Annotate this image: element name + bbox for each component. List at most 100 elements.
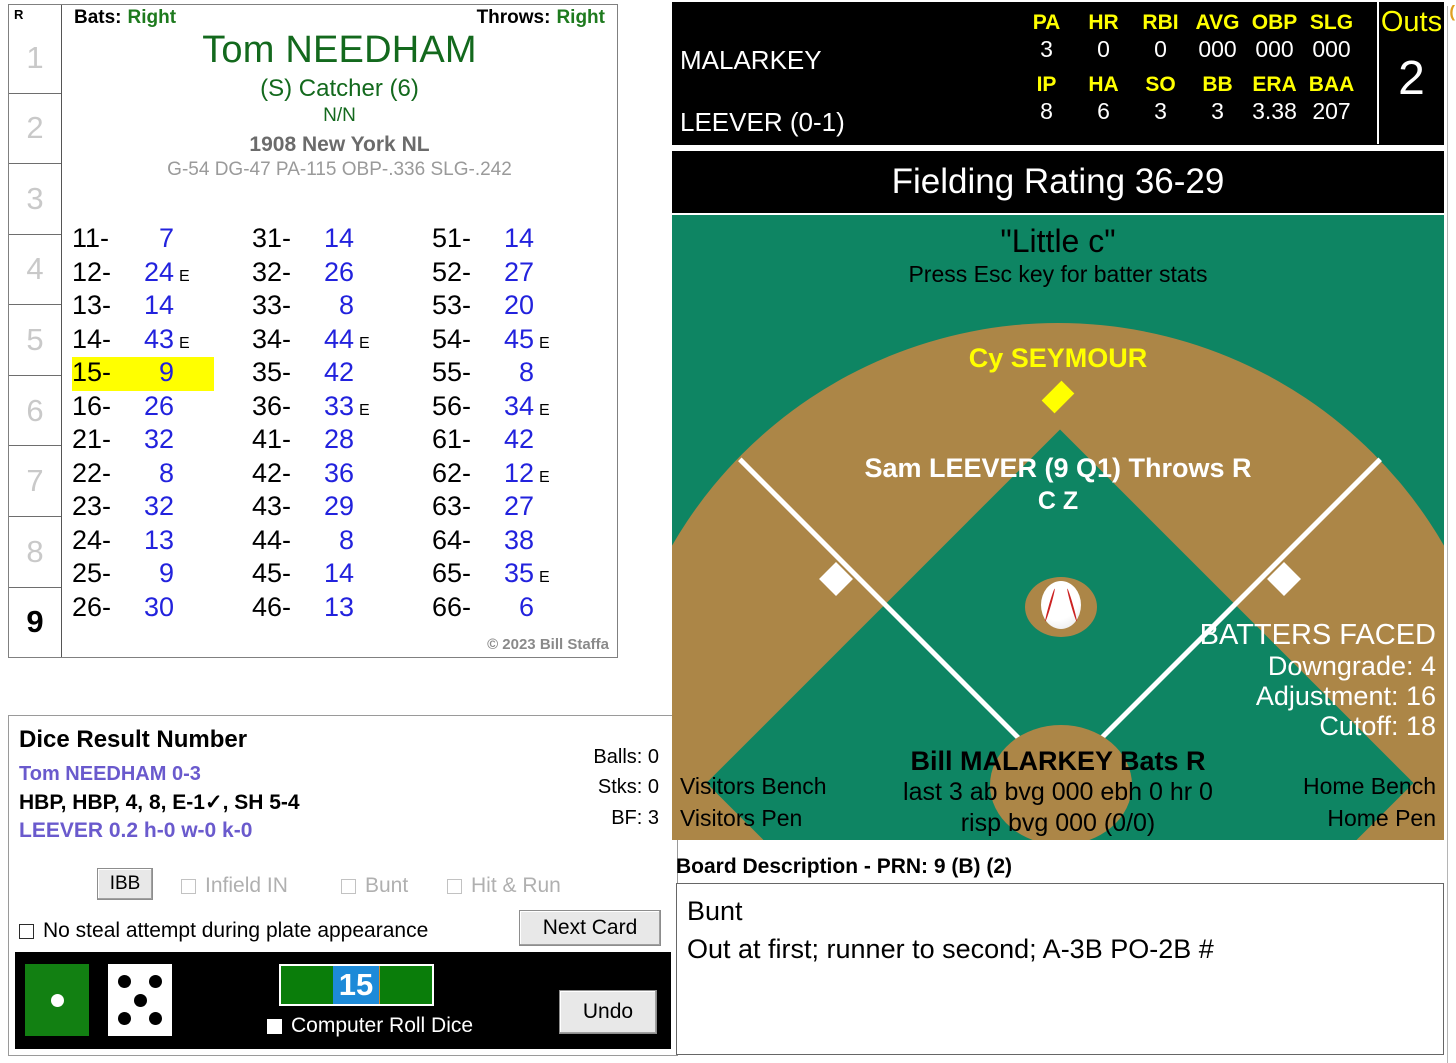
undo-button[interactable]: Undo (559, 990, 657, 1034)
dice-row: 53- 20 (432, 290, 612, 324)
baseball-seam (1066, 588, 1078, 622)
dice-row: 61- 42 (432, 424, 612, 458)
ibb-button-label: IBB (109, 873, 141, 894)
stat-header: SO (1145, 73, 1176, 96)
dice-row-key: 42- (252, 457, 292, 488)
inning-cell-1[interactable]: 1 (9, 23, 61, 93)
player-stat-line: G-54 DG-47 PA-115 OBP-.336 SLG-.242 (167, 158, 512, 180)
bats-throws-row: Bats: Right Throws: Right (68, 5, 611, 29)
infield-in-label: Infield IN (205, 874, 288, 897)
dice-row-key: 41- (252, 424, 292, 454)
dice-row: 36- 33 E (252, 391, 432, 425)
player-team: 1908 New York NL (249, 132, 430, 156)
batter-stat-pa: PA 3 (1018, 10, 1075, 62)
dice-row: 11- 7 (72, 223, 252, 257)
strikes-count: Stks: 0 (597, 776, 659, 799)
computer-roll-dice-checkbox[interactable]: Computer Roll Dice (267, 1014, 473, 1038)
hit-and-run-checkbox[interactable]: Hit & Run (447, 874, 561, 898)
board-description-label: Board Description - PRN: 9 (B) (2) (676, 855, 1013, 878)
dice-row-key: 11- (72, 223, 110, 253)
ibb-button[interactable]: IBB (97, 868, 153, 900)
dice-row-value: 12 (503, 457, 534, 488)
stat-header: SLG (1309, 11, 1354, 34)
player-name: Tom NEEDHAM (202, 29, 477, 71)
player-position: (S) Catcher (6) (260, 74, 419, 102)
die-pip (118, 1012, 132, 1026)
checkbox-square-icon (267, 1018, 282, 1034)
dice-row: 13- 14 (72, 290, 252, 324)
player-handedness-note: N/N (323, 104, 356, 126)
dice-row-value: 14 (323, 223, 354, 253)
inning-cell-6[interactable]: 6 (9, 374, 61, 446)
stat-header: HA (1088, 73, 1119, 96)
inning-cell-5[interactable]: 5 (9, 304, 61, 375)
bunt-checkbox[interactable]: Bunt (341, 874, 408, 898)
stat-value: 3 (1211, 98, 1224, 124)
dice-row-error-flag: E (539, 401, 550, 419)
dice-row-value: 7 (158, 223, 174, 253)
hit-and-run-label: Hit & Run (471, 874, 561, 897)
dice-row-key: 36- (252, 390, 292, 421)
dice-row-value: 33 (323, 390, 354, 421)
dice-row-value: 8 (158, 457, 174, 488)
inning-cell-7[interactable]: 7 (9, 445, 61, 516)
scoreboard-pitcher-stats: IP 8 HA 6 SO 3 BB 3 ERA 3.38 BAA 207 (1018, 72, 1360, 124)
scoreboard: MALARKEY LEEVER (0-1) PA 3 HR 0 RBI 0 AVG 000 OB… (672, 2, 1444, 147)
home-pen-link[interactable]: Home Pen (1303, 802, 1436, 834)
pitcher-stat-bb: BB 3 (1189, 72, 1246, 124)
dice-row-value: 14 (143, 290, 174, 320)
dice-row: 31- 14 (252, 223, 432, 257)
dice-row: 43- 29 (252, 491, 432, 525)
inning-cell-3[interactable]: 3 (9, 163, 61, 234)
dice-row-key: 62- (432, 457, 472, 488)
stat-header: PA (1032, 11, 1061, 34)
dice-row-value: 30 (143, 591, 174, 622)
next-card-button[interactable]: Next Card (519, 910, 661, 946)
batter-result-line: Tom NEEDHAM 0-3 (19, 763, 201, 785)
dice-row-key: 61- (432, 424, 472, 454)
infield-in-checkbox[interactable]: Infield IN (181, 874, 288, 898)
dice-row: 22- 8 (72, 458, 252, 492)
green-die[interactable] (25, 964, 89, 1036)
roll-result-input[interactable]: 15 (279, 964, 434, 1006)
dice-row: 45- 14 (252, 558, 432, 592)
pitcher-stat-era: ERA 3.38 (1246, 72, 1303, 124)
throws-value: Right (556, 7, 605, 28)
dice-row-value: 13 (143, 524, 174, 555)
field-pitcher-line: Sam LEEVER (9 Q1) Throws R (864, 453, 1252, 483)
dice-roll-strip: 15 Computer Roll Dice Undo (15, 952, 671, 1049)
batters-faced-header: BATTERS FACED (1199, 619, 1436, 651)
dice-column-2: 31- 14 32- 26 33- 8 34- 44 E 35- 42 36- 33 E 41- 28 42- 3… (252, 223, 432, 625)
dice-row-key: 51- (432, 223, 472, 253)
right-edge-panel (1447, 6, 1456, 1063)
baseball-field[interactable]: "Little c" Press Esc key for batter stat… (672, 215, 1444, 840)
stat-value: 6 (1097, 98, 1110, 124)
no-steal-checkbox[interactable]: No steal attempt during plate appearance (19, 919, 428, 943)
inning-cell-9[interactable]: 9 (9, 586, 61, 658)
field-title: "Little c" (1000, 223, 1116, 259)
pitcher-result-line: LEEVER 0.2 h-0 w-0 k-0 (19, 819, 253, 842)
visitors-pen-link[interactable]: Visitors Pen (680, 802, 827, 834)
dice-row: 65- 35 E (432, 558, 612, 592)
inning-cell-8[interactable]: 8 (9, 515, 61, 587)
dice-row: 52- 27 (432, 257, 612, 291)
dice-row: 15- 9 (72, 357, 214, 391)
die-pip (148, 1012, 162, 1026)
inning-cell-2[interactable]: 2 (9, 92, 61, 164)
home-bench-link[interactable]: Home Bench (1303, 770, 1436, 802)
no-steal-label: No steal attempt during plate appearance (43, 919, 429, 942)
outs-value: 2 (1398, 52, 1425, 105)
dice-row-error-flag: E (359, 334, 370, 352)
inning-cell-4[interactable]: 4 (9, 233, 61, 305)
dice-row-value: 8 (338, 290, 354, 320)
dice-row-value: 6 (518, 591, 534, 622)
downgrade-value: Downgrade: 4 (1267, 651, 1436, 681)
dice-row: 35- 42 (252, 357, 432, 391)
dice-row-value: 38 (503, 524, 534, 555)
player-card-body: Bats: Right Throws: Right Tom NEEDHAM (S) … (62, 5, 617, 657)
white-die[interactable] (108, 964, 172, 1036)
dice-row-key: 52- (432, 256, 472, 287)
dice-row: 23- 32 (72, 491, 252, 525)
visitors-bench-link[interactable]: Visitors Bench (680, 770, 827, 802)
batters-faced-count: BF: 3 (611, 806, 659, 829)
